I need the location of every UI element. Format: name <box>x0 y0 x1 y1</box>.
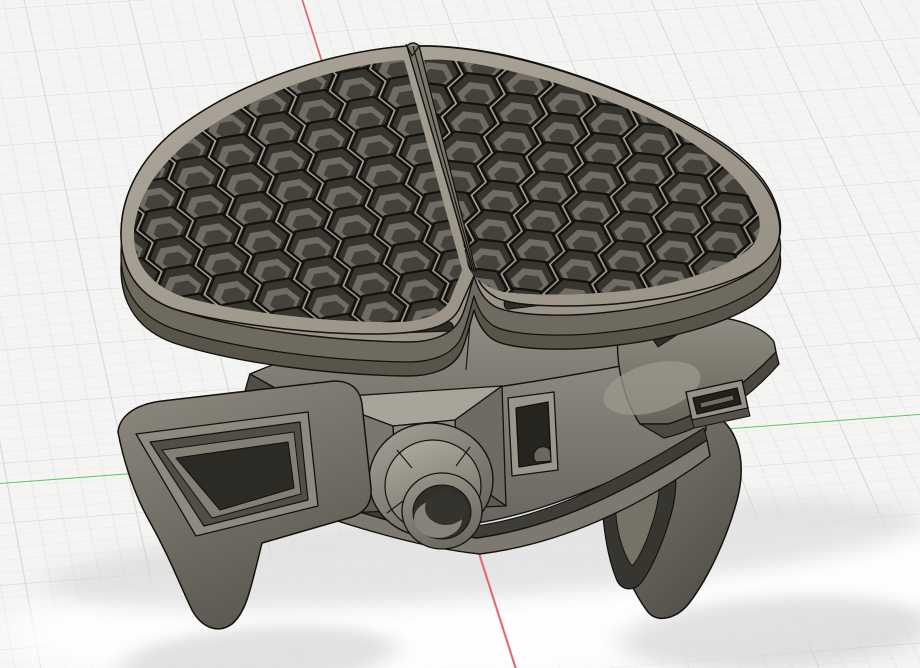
hex-hole <box>792 202 850 241</box>
hex-hole <box>460 13 518 52</box>
hex-hole <box>648 5 706 44</box>
hex-hole <box>18 134 79 175</box>
hex-hole <box>375 0 433 12</box>
hex-hole <box>369 2 427 41</box>
hex-hole <box>721 103 760 142</box>
hex-hole <box>417 0 475 32</box>
model-3d[interactable] <box>0 0 920 668</box>
hex-hole <box>643 59 698 73</box>
hex-hole <box>40 54 101 95</box>
hex-hole <box>170 16 231 57</box>
hex-hole <box>557 0 615 33</box>
hex-hole <box>685 59 741 93</box>
hex-hole <box>54 249 115 290</box>
hex-hole <box>130 342 191 383</box>
hex-hole <box>768 94 826 133</box>
hex-hole <box>36 191 97 232</box>
hex-hole <box>0 76 61 117</box>
hex-hole <box>399 0 460 34</box>
hex-hole <box>599 14 657 53</box>
hex-hole <box>762 123 820 162</box>
hex-hole <box>0 47 52 88</box>
hex-hole <box>81 336 142 377</box>
hex-hole <box>779 260 837 299</box>
hex-hole <box>439 0 500 12</box>
hex-hole <box>223 60 277 64</box>
front-port[interactable] <box>507 391 559 477</box>
hex-hole <box>728 74 760 113</box>
hex-hole <box>134 60 138 72</box>
hex-hole <box>45 220 106 261</box>
hex-hole <box>786 231 844 270</box>
hex-hole <box>67 140 128 181</box>
hex-hole <box>781 36 839 75</box>
hex-hole <box>823 56 881 95</box>
hex-hole <box>182 60 237 86</box>
hex-hole <box>134 90 156 130</box>
bore-dark <box>425 491 467 525</box>
hex-hole <box>134 60 188 79</box>
hex-hole <box>72 307 133 348</box>
hex-hole <box>552 59 607 63</box>
cad-viewport[interactable] <box>0 0 920 668</box>
hex-hole <box>9 105 70 146</box>
hex-hole <box>260 1 321 42</box>
hex-hole <box>798 173 856 212</box>
hex-hole <box>817 85 875 124</box>
hex-hole <box>691 59 747 64</box>
hex-hole <box>811 114 869 153</box>
hex-hole <box>594 59 650 83</box>
hex-hole <box>90 364 151 405</box>
hex-hole <box>773 289 831 328</box>
hex-hole <box>734 59 760 84</box>
hex-hole <box>27 162 88 203</box>
hex-hole <box>58 112 119 153</box>
hex-hole <box>466 0 524 23</box>
hex-hole <box>829 26 887 65</box>
hex-hole <box>804 143 862 182</box>
hex-hole <box>637 63 692 103</box>
hex-hole <box>134 61 147 101</box>
hex-hole <box>309 8 370 49</box>
hex-hole <box>775 65 833 104</box>
hex-hole <box>63 278 124 319</box>
hex-hole <box>142 68 197 108</box>
hex-hole <box>49 83 110 124</box>
hex-hole <box>508 4 566 43</box>
hex-hole <box>350 0 411 27</box>
hex-hole <box>679 83 734 123</box>
hex-hole <box>448 0 509 41</box>
hex-hole <box>738 16 796 55</box>
strap-arm-left[interactable] <box>117 380 372 630</box>
